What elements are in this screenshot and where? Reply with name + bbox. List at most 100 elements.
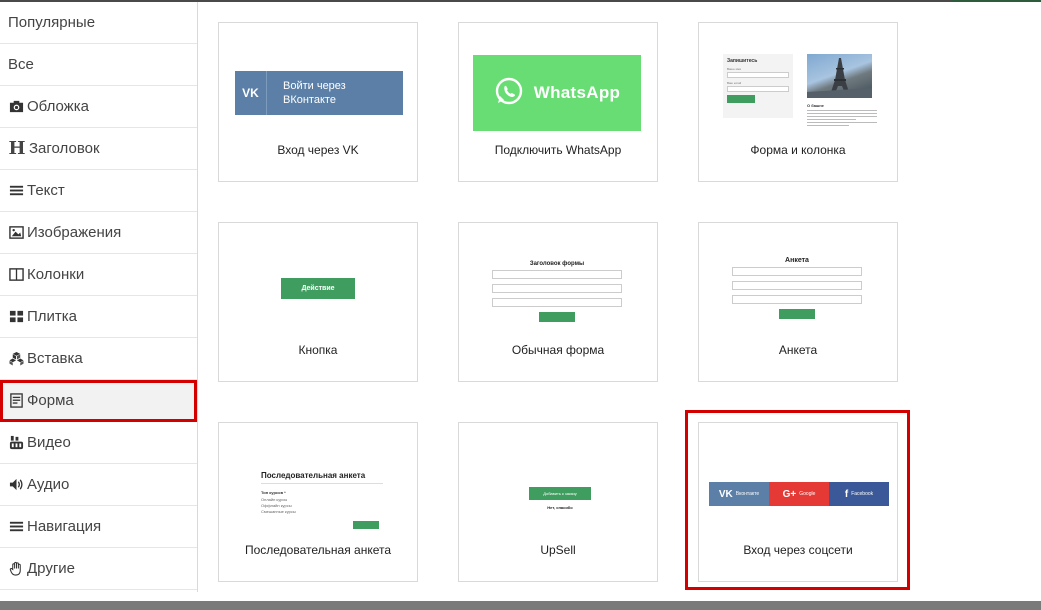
form-preview-title: Анкета bbox=[785, 257, 809, 264]
form-preview-label: Ваш email bbox=[727, 81, 742, 85]
block-card-sequential-survey[interactable]: Последовательная анкета Тип курсов * Онл… bbox=[218, 422, 418, 582]
hand-icon bbox=[8, 561, 24, 577]
social-login-preview: VK Вконтакте G+ Google f Facebook bbox=[709, 482, 889, 506]
sidebar-item-all[interactable]: Все bbox=[0, 44, 197, 86]
google-plus-icon: G+ bbox=[782, 488, 797, 500]
form-icon bbox=[8, 393, 24, 409]
sidebar-item-images[interactable]: Изображения bbox=[0, 212, 197, 254]
survey-preview-button bbox=[353, 521, 379, 529]
sidebar-item-label: Плитка bbox=[27, 308, 78, 325]
facebook-social-label: Facebook bbox=[851, 491, 874, 497]
sidebar-item-tiles[interactable]: Плитка bbox=[0, 296, 197, 338]
form-preview-field bbox=[492, 270, 622, 279]
volume-icon bbox=[8, 477, 24, 493]
sidebar-item-label: Вставка bbox=[27, 350, 83, 367]
facebook-social-preview: f Facebook bbox=[829, 482, 889, 506]
simple-form-preview: Заголовок формы bbox=[492, 261, 622, 322]
youtube-icon bbox=[8, 435, 24, 451]
sidebar-item-label: Видео bbox=[27, 434, 71, 451]
block-card-button[interactable]: Действие Кнопка bbox=[218, 222, 418, 382]
survey-preview: Анкета bbox=[732, 257, 862, 319]
card-label: Анкета bbox=[778, 343, 818, 357]
sidebar-item-label: Аудио bbox=[27, 476, 70, 493]
vk-icon: VK bbox=[235, 71, 267, 115]
card-label: Форма и колонка bbox=[750, 143, 846, 157]
block-card-vk-login[interactable]: VK Войти через ВКонтакте Вход через VK bbox=[218, 22, 418, 182]
sidebar-item-embed[interactable]: Вставка bbox=[0, 338, 197, 380]
sidebar-item-cover[interactable]: Обложка bbox=[0, 86, 197, 128]
sidebar-item-other[interactable]: Другие bbox=[0, 548, 197, 590]
block-card-simple-form[interactable]: Заголовок формы Обычная форма bbox=[458, 222, 658, 382]
sidebar-item-label: Все bbox=[8, 56, 34, 73]
sidebar-item-popular[interactable]: Популярные bbox=[0, 2, 197, 44]
sidebar-item-heading[interactable]: H Заголовок bbox=[0, 128, 197, 170]
sidebar-item-label: Форма bbox=[27, 392, 74, 409]
sidebar-item-label: Заголовок bbox=[29, 140, 100, 157]
block-gallery: VK Войти через ВКонтакте Вход через VK W… bbox=[199, 2, 1041, 592]
form-preview-title: Заголовок формы bbox=[529, 261, 585, 267]
block-card-form-column[interactable]: Запишитесь Ваше имя Ваш email О башне Фо… bbox=[698, 22, 898, 182]
vk-social-label: Вконтакте bbox=[735, 491, 760, 497]
survey-preview-option: Смешанные курсы bbox=[261, 509, 296, 514]
card-label: UpSell bbox=[540, 543, 576, 557]
vk-social-preview: VK Вконтакте bbox=[709, 482, 769, 506]
columns-icon bbox=[8, 267, 24, 283]
survey-preview-question: Тип курсов * bbox=[261, 490, 286, 495]
form-preview-field bbox=[492, 284, 622, 293]
bottom-bar bbox=[0, 601, 1041, 610]
block-card-whatsapp[interactable]: WhatsApp Подключить WhatsApp bbox=[458, 22, 658, 182]
sidebar-item-label: Популярные bbox=[8, 14, 96, 31]
upsell-preview-button: Добавить к заказу bbox=[529, 487, 591, 500]
form-preview-field bbox=[732, 281, 862, 290]
text-preview-title: О башне bbox=[807, 103, 824, 108]
whatsapp-preview-text: WhatsApp bbox=[533, 83, 621, 102]
sidebar-item-text[interactable]: Текст bbox=[0, 170, 197, 212]
form-preview-label: Ваше имя bbox=[727, 67, 741, 71]
block-card-upsell[interactable]: Добавить к заказу Нет, спасибо UpSell bbox=[458, 422, 658, 582]
sidebar-item-video[interactable]: Видео bbox=[0, 422, 197, 464]
sidebar-item-navigation[interactable]: Навигация bbox=[0, 506, 197, 548]
menu-icon bbox=[8, 519, 24, 535]
sidebar-item-label: Изображения bbox=[27, 224, 122, 241]
whatsapp-icon bbox=[494, 76, 524, 111]
vk-preview-text: Войти через ВКонтакте bbox=[283, 80, 346, 106]
form-preview-field bbox=[727, 72, 789, 78]
form-preview-field bbox=[732, 267, 862, 276]
card-label: Кнопка bbox=[298, 343, 338, 357]
sidebar-item-form[interactable]: Форма bbox=[0, 380, 197, 422]
google-social-preview: G+ Google bbox=[769, 482, 829, 506]
block-card-survey[interactable]: Анкета Анкета bbox=[698, 222, 898, 382]
form-preview-button bbox=[727, 95, 755, 103]
form-preview-field bbox=[732, 295, 862, 304]
sidebar-item-label: Текст bbox=[27, 182, 65, 199]
cubes-icon bbox=[8, 351, 24, 367]
button-preview: Действие bbox=[281, 278, 355, 299]
card-label: Вход через соцсети bbox=[743, 543, 853, 557]
sidebar-item-label: Другие bbox=[27, 560, 76, 577]
survey-preview-option: Оффлайн курсы bbox=[261, 503, 292, 508]
tiles-icon bbox=[8, 309, 24, 325]
form-preview-title: Запишитесь bbox=[727, 58, 758, 64]
image-icon bbox=[8, 225, 24, 241]
eiffel-tower-image bbox=[807, 54, 872, 98]
sidebar-item-label: Навигация bbox=[27, 518, 102, 535]
form-preview-button bbox=[539, 312, 575, 322]
form-preview-field bbox=[492, 298, 622, 307]
sidebar-item-label: Колонки bbox=[27, 266, 85, 283]
facebook-icon: f bbox=[844, 488, 849, 500]
block-card-social-login[interactable]: VK Вконтакте G+ Google f Facebook Вход ч… bbox=[698, 422, 898, 582]
heading-icon: H bbox=[8, 138, 26, 159]
vk-login-preview: VK Войти через ВКонтакте bbox=[235, 71, 403, 115]
card-label: Последовательная анкета bbox=[244, 543, 392, 557]
sidebar-item-columns[interactable]: Колонки bbox=[0, 254, 197, 296]
form-column-text-preview: О башне bbox=[807, 103, 877, 133]
camera-icon bbox=[8, 99, 24, 115]
form-column-form-preview: Запишитесь Ваше имя Ваш email bbox=[723, 54, 793, 118]
card-label: Обычная форма bbox=[511, 343, 605, 357]
sidebar-item-audio[interactable]: Аудио bbox=[0, 464, 197, 506]
sequential-survey-preview: Последовательная анкета Тип курсов * Онл… bbox=[261, 471, 383, 529]
text-lines-icon bbox=[8, 183, 24, 199]
survey-preview-option: Онлайн курсы bbox=[261, 497, 288, 502]
block-category-sidebar: Популярные Все Обложка H Заголовок Текст… bbox=[0, 2, 198, 592]
card-label: Подключить WhatsApp bbox=[494, 143, 622, 157]
